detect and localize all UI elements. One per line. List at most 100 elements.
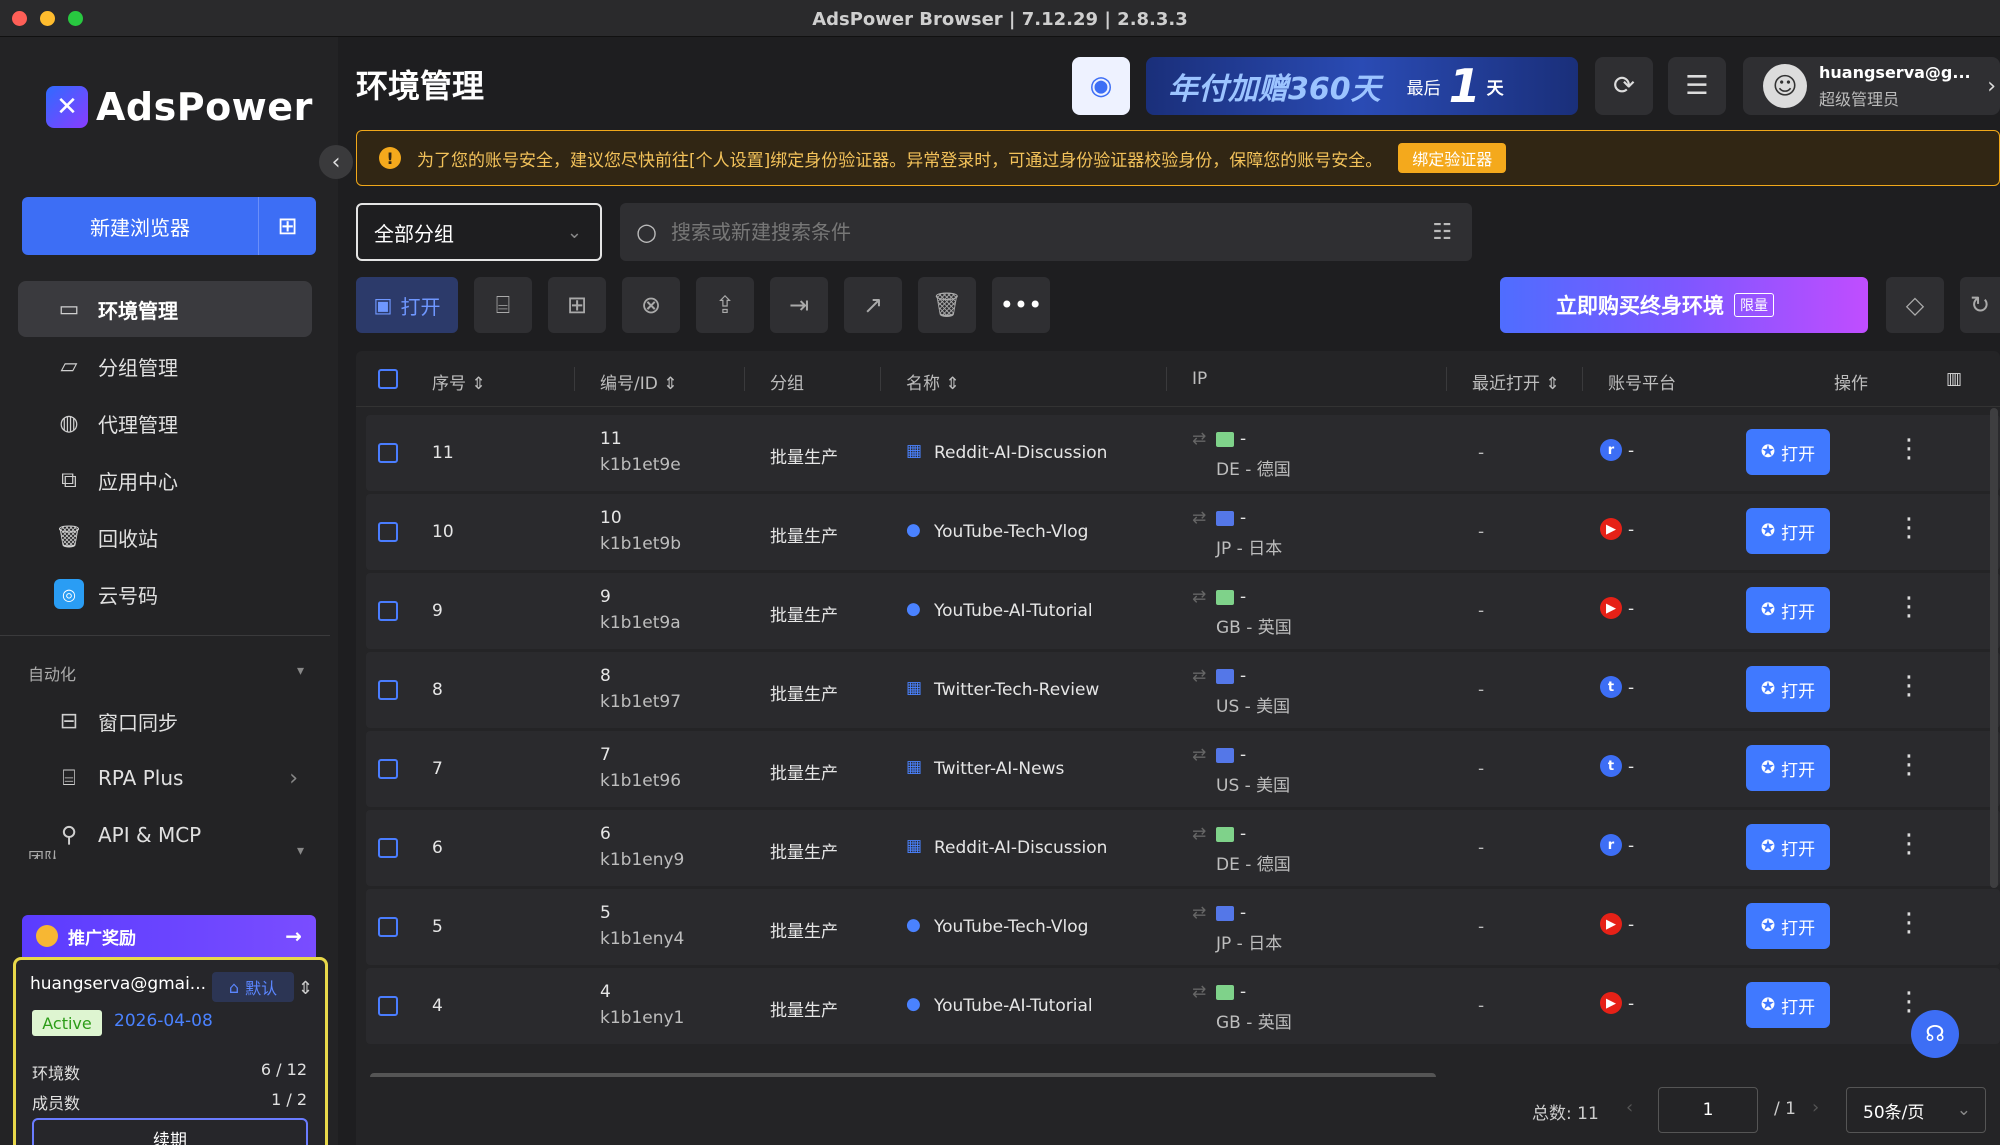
row-id[interactable]: k1b1et96	[600, 771, 681, 791]
more-vertical-icon[interactable]: ⋮	[1896, 666, 1922, 706]
row-name[interactable]: YouTube-Tech-Vlog	[934, 522, 1088, 542]
reddit-icon[interactable]: r	[1600, 834, 1622, 856]
header-name[interactable]: 名称 ⇕	[906, 369, 960, 394]
row-id[interactable]: k1b1et97	[600, 692, 681, 712]
row-checkbox[interactable]	[378, 522, 398, 542]
open-browser-button[interactable]: ✪ 打开	[1746, 745, 1830, 791]
table-row[interactable]: 8 8 k1b1et97 批量生产 ▦ Twitter-Tech-Review ⇄ - US -…	[366, 652, 2000, 728]
row-name[interactable]: Twitter-Tech-Review	[934, 680, 1099, 700]
header-seq[interactable]: 序号 ⇕	[432, 369, 486, 394]
filter-settings-icon[interactable]: ☷	[1432, 220, 1452, 245]
column-settings-icon[interactable]: ▥	[1946, 369, 1962, 389]
sidebar-item-1[interactable]: ▱ 分组管理	[18, 338, 312, 394]
row-name[interactable]: Reddit-AI-Discussion	[934, 443, 1107, 463]
search-input[interactable]	[670, 220, 1371, 244]
new-browser-button[interactable]: 新建浏览器 ⊞	[22, 197, 316, 255]
open-browser-button[interactable]: ✪ 打开	[1746, 587, 1830, 633]
sidebar-item-3[interactable]: ⧉ 应用中心	[18, 452, 312, 508]
row-checkbox[interactable]	[378, 680, 398, 700]
open-browser-button[interactable]: ✪ 打开	[1746, 666, 1830, 712]
table-row[interactable]: 7 7 k1b1et96 批量生产 ▦ Twitter-AI-News ⇄ - US - 美国 -…	[366, 731, 2000, 807]
row-name[interactable]: YouTube-AI-Tutorial	[934, 601, 1093, 621]
vertical-scrollbar[interactable]	[1990, 408, 1998, 888]
row-checkbox[interactable]	[378, 838, 398, 858]
table-row[interactable]: 4 4 k1b1eny1 批量生产 ● YouTube-AI-Tutorial ⇄ - GB -…	[366, 968, 2000, 1044]
row-checkbox[interactable]	[378, 917, 398, 937]
twitter-icon[interactable]: t	[1600, 755, 1622, 777]
chevron-down-icon[interactable]: ▾	[297, 663, 304, 679]
row-id[interactable]: k1b1et9b	[600, 534, 681, 554]
row-id[interactable]: k1b1eny4	[600, 929, 684, 949]
row-name[interactable]: Twitter-AI-News	[934, 759, 1064, 779]
share-button[interactable]: ↗	[844, 277, 902, 333]
automation-item-1[interactable]: ⌸ RPA Plus ›	[18, 750, 312, 806]
team-section-label[interactable]: 团队	[28, 845, 60, 859]
row-id[interactable]: k1b1et9e	[600, 455, 681, 475]
sync-button[interactable]: ⟳	[1595, 57, 1653, 115]
row-id[interactable]: k1b1eny9	[600, 850, 684, 870]
bind-authenticator-button[interactable]: 绑定验证器	[1398, 143, 1507, 173]
header-id[interactable]: 编号/ID ⇕	[600, 369, 678, 394]
header-last-opened[interactable]: 最近打开 ⇕	[1472, 369, 1560, 394]
table-row[interactable]: 5 5 k1b1eny4 批量生产 ● YouTube-Tech-Vlog ⇄ - JP - 日…	[366, 889, 2000, 965]
sidebar-item-4[interactable]: 🗑 回收站	[18, 509, 312, 565]
more-vertical-icon[interactable]: ⋮	[1896, 824, 1922, 864]
refresh-button[interactable]: ↻	[1960, 277, 2000, 333]
row-checkbox[interactable]	[378, 601, 398, 621]
more-vertical-icon[interactable]: ⋮	[1896, 903, 1922, 943]
row-name[interactable]: YouTube-Tech-Vlog	[934, 917, 1088, 937]
more-vertical-icon[interactable]: ⋮	[1896, 745, 1922, 785]
youtube-icon[interactable]: ▶	[1600, 992, 1622, 1014]
user-menu[interactable]: ☺ huangserva@g... 超级管理员 ›	[1743, 57, 2000, 115]
search-bar[interactable]: ○ ☷	[620, 203, 1472, 261]
customer-support-button[interactable]: ☊	[1911, 1010, 1959, 1058]
renew-button[interactable]: 续期	[32, 1118, 308, 1145]
promo-reward-bar[interactable]: 推广奖励 →	[22, 915, 316, 957]
open-browser-button[interactable]: ✪ 打开	[1746, 903, 1830, 949]
automation-item-0[interactable]: ⊟ 窗口同步	[18, 693, 312, 749]
group-select[interactable]: 全部分组 ⌄	[356, 203, 602, 261]
next-page-button[interactable]: ›	[1812, 1097, 1819, 1118]
page-size-select[interactable]: 50条/页 ⌄	[1846, 1087, 1986, 1133]
page-input[interactable]: 1	[1658, 1087, 1758, 1133]
upload-button[interactable]: ⇪	[696, 277, 754, 333]
chevron-down-icon[interactable]: ▾	[297, 843, 304, 859]
automation-item-2[interactable]: ⚲ API & MCP	[18, 807, 312, 863]
row-id[interactable]: k1b1et9a	[600, 613, 681, 633]
row-id[interactable]: k1b1eny1	[600, 1008, 684, 1028]
reddit-icon[interactable]: r	[1600, 439, 1622, 461]
promo-banner[interactable]: 年付加赠360天 最后 1 天	[1146, 57, 1578, 115]
batch-add-icon[interactable]: ⊞	[258, 197, 316, 255]
prev-page-button[interactable]: ‹	[1626, 1097, 1633, 1118]
more-vertical-icon[interactable]: ⋮	[1896, 587, 1922, 627]
new-browser-label[interactable]: 新建浏览器	[22, 197, 258, 255]
ai-assistant-button[interactable]: ◉	[1072, 57, 1130, 115]
table-row[interactable]: 11 11 k1b1et9e 批量生产 ▦ Reddit-AI-Discussion ⇄ - D…	[366, 415, 2000, 491]
switch-account-icon[interactable]: ⇕	[298, 978, 313, 999]
youtube-icon[interactable]: ▶	[1600, 913, 1622, 935]
sidebar-item-5[interactable]: ◎ 云号码	[18, 566, 312, 622]
import-button[interactable]: ⇥	[770, 277, 828, 333]
youtube-icon[interactable]: ▶	[1600, 597, 1622, 619]
row-name[interactable]: Reddit-AI-Discussion	[934, 838, 1107, 858]
buy-lifetime-banner[interactable]: 立即购买终身环境 限量	[1500, 277, 1868, 333]
more-actions-button[interactable]: •••	[992, 277, 1050, 333]
automation-section-label[interactable]: 自动化	[28, 661, 76, 685]
group-move-button[interactable]: ⊞	[548, 277, 606, 333]
youtube-icon[interactable]: ▶	[1600, 518, 1622, 540]
row-name[interactable]: YouTube-AI-Tutorial	[934, 996, 1093, 1016]
table-row[interactable]: 9 9 k1b1et9a 批量生产 ● YouTube-AI-Tutorial ⇄ - GB -…	[366, 573, 2000, 649]
row-checkbox[interactable]	[378, 996, 398, 1016]
twitter-icon[interactable]: t	[1600, 676, 1622, 698]
task-list-button[interactable]: ☰	[1668, 57, 1726, 115]
open-selected-button[interactable]: ▣ 打开	[356, 277, 458, 333]
open-browser-button[interactable]: ✪ 打开	[1746, 429, 1830, 475]
rpa-button[interactable]: ⌸	[474, 277, 532, 333]
table-row[interactable]: 6 6 k1b1eny9 批量生产 ▦ Reddit-AI-Discussion ⇄ - DE …	[366, 810, 2000, 886]
sidebar-item-0[interactable]: ▭ 环境管理	[18, 281, 312, 337]
open-browser-button[interactable]: ✪ 打开	[1746, 982, 1830, 1028]
close-browsers-button[interactable]: ⊗	[622, 277, 680, 333]
row-checkbox[interactable]	[378, 443, 398, 463]
more-vertical-icon[interactable]: ⋮	[1896, 429, 1922, 469]
open-browser-button[interactable]: ✪ 打开	[1746, 508, 1830, 554]
